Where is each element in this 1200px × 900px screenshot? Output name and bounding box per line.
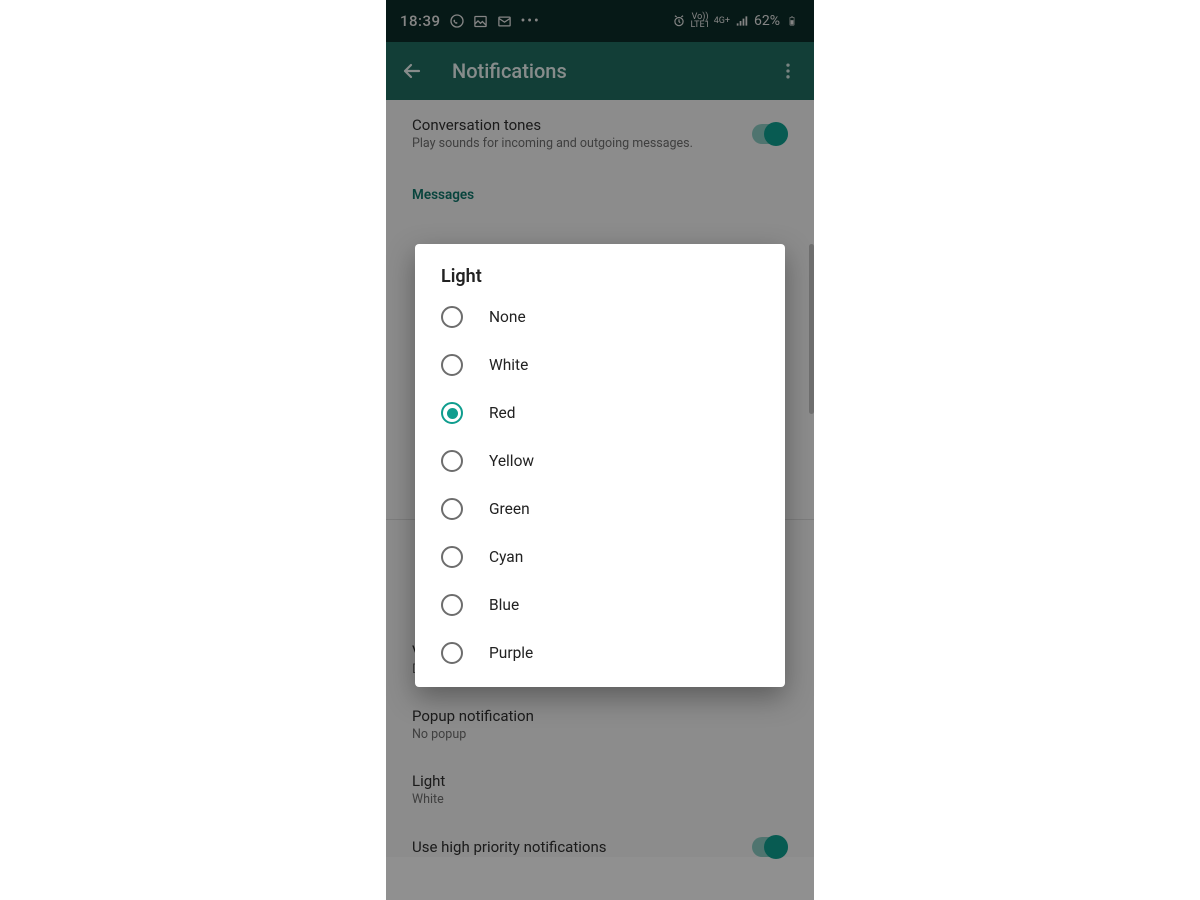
radio-label: Red xyxy=(489,404,516,422)
radio-option-cyan[interactable]: Cyan xyxy=(415,533,785,581)
radio-label: White xyxy=(489,356,528,374)
phone-frame: 18:39 ••• Vo))LTE1 4G+ 62% xyxy=(386,0,814,900)
radio-option-blue[interactable]: Blue xyxy=(415,581,785,629)
radio-option-white[interactable]: White xyxy=(415,341,785,389)
radio-label: Purple xyxy=(489,644,533,662)
radio-label: Blue xyxy=(489,596,519,614)
radio-icon xyxy=(441,402,463,424)
radio-label: Cyan xyxy=(489,548,523,566)
radio-option-yellow[interactable]: Yellow xyxy=(415,437,785,485)
radio-icon xyxy=(441,546,463,568)
dialog-title: Light xyxy=(415,266,785,293)
radio-icon xyxy=(441,306,463,328)
radio-option-red[interactable]: Red xyxy=(415,389,785,437)
radio-option-green[interactable]: Green xyxy=(415,485,785,533)
radio-icon xyxy=(441,354,463,376)
light-dialog: Light None White Red Yellow Green Cyan B… xyxy=(415,244,785,687)
radio-label: Green xyxy=(489,500,530,518)
radio-option-none[interactable]: None xyxy=(415,293,785,341)
radio-icon xyxy=(441,450,463,472)
radio-label: None xyxy=(489,308,526,326)
radio-icon xyxy=(441,594,463,616)
radio-icon xyxy=(441,642,463,664)
radio-icon xyxy=(441,498,463,520)
radio-label: Yellow xyxy=(489,452,534,470)
radio-option-purple[interactable]: Purple xyxy=(415,629,785,677)
